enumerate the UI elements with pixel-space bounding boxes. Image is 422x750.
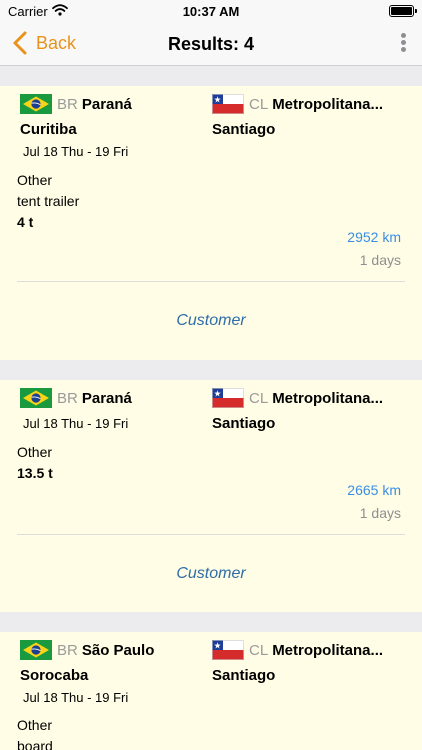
- page-title: Results: 4: [167, 34, 255, 54]
- origin: BR Paraná Jul 18 Thu - 19 Fri: [20, 388, 132, 431]
- origin-country-code: BR: [57, 641, 78, 659]
- cargo-type: Other: [17, 172, 53, 188]
- distance-link[interactable]: 2952 km: [347, 229, 401, 245]
- result-card[interactable]: BR São Paulo Sorocaba Jul 18 Thu - 19 Fr…: [0, 632, 422, 750]
- brazil-flag-icon: [20, 388, 52, 408]
- cargo-details: Other board: [17, 715, 53, 750]
- cargo-details: Other tent trailer 4 t: [17, 170, 79, 233]
- battery-icon: [389, 5, 417, 17]
- cargo-weight: 13.5 t: [17, 465, 53, 481]
- origin-country-code: BR: [57, 389, 78, 407]
- destination: CL Metropolitana... Santiago: [212, 640, 402, 684]
- cargo-details: Other 13.5 t: [17, 442, 53, 484]
- origin-region: Paraná: [81, 389, 132, 407]
- navigation-bar: Back Results: 4: [0, 22, 422, 66]
- status-bar: Carrier 10:37 AM: [0, 0, 422, 22]
- divider: [17, 281, 405, 282]
- origin-region: São Paulo: [81, 641, 155, 659]
- origin-region: Paraná: [81, 95, 132, 113]
- load-dates: Jul 18 Thu - 19 Fri: [23, 144, 129, 159]
- origin-country-code: BR: [57, 95, 78, 113]
- vehicle-type: board: [17, 738, 53, 750]
- chile-flag-icon: [212, 94, 244, 114]
- destination-city: Santiago: [212, 121, 276, 138]
- more-options-icon[interactable]: [398, 31, 408, 57]
- customer-button[interactable]: Customer: [0, 565, 422, 583]
- duration: 1 days: [359, 505, 401, 521]
- customer-button[interactable]: Customer: [0, 312, 422, 330]
- origin: BR São Paulo Sorocaba Jul 18 Thu - 19 Fr…: [20, 640, 154, 705]
- divider: [17, 534, 405, 535]
- duration: 1 days: [359, 252, 401, 268]
- destination-region: Metropolitana...: [272, 389, 384, 407]
- chile-flag-icon: [212, 640, 244, 660]
- brazil-flag-icon: [20, 640, 52, 660]
- origin-city: Curitiba: [20, 121, 77, 138]
- origin: BR Paraná Curitiba Jul 18 Thu - 19 Fri: [20, 94, 132, 159]
- results-list: BR Paraná Curitiba Jul 18 Thu - 19 Fri C…: [0, 86, 422, 750]
- destination-country-code: CL: [249, 641, 269, 659]
- destination-region: Metropolitana...: [272, 95, 384, 113]
- brazil-flag-icon: [20, 94, 52, 114]
- chile-flag-icon: [212, 388, 244, 408]
- destination-country-code: CL: [249, 95, 269, 113]
- origin-city: Sorocaba: [20, 667, 89, 684]
- distance-link[interactable]: 2665 km: [347, 482, 401, 498]
- vehicle-type: tent trailer: [17, 193, 80, 209]
- destination: CL Metropolitana... Santiago: [212, 388, 402, 432]
- destination-country-code: CL: [249, 389, 269, 407]
- cargo-type: Other: [17, 444, 53, 460]
- cargo-weight: 4 t: [17, 214, 34, 230]
- result-card[interactable]: BR Paraná Jul 18 Thu - 19 Fri CL Metropo…: [0, 380, 422, 612]
- destination-region: Metropolitana...: [272, 641, 384, 659]
- result-card[interactable]: BR Paraná Curitiba Jul 18 Thu - 19 Fri C…: [0, 86, 422, 360]
- destination-city: Santiago: [212, 415, 276, 432]
- destination: CL Metropolitana... Santiago: [212, 94, 402, 138]
- load-dates: Jul 18 Thu - 19 Fri: [23, 690, 129, 705]
- load-dates: Jul 18 Thu - 19 Fri: [23, 416, 129, 431]
- cargo-type: Other: [17, 717, 53, 733]
- clock: 10:37 AM: [182, 4, 240, 19]
- destination-city: Santiago: [212, 667, 276, 684]
